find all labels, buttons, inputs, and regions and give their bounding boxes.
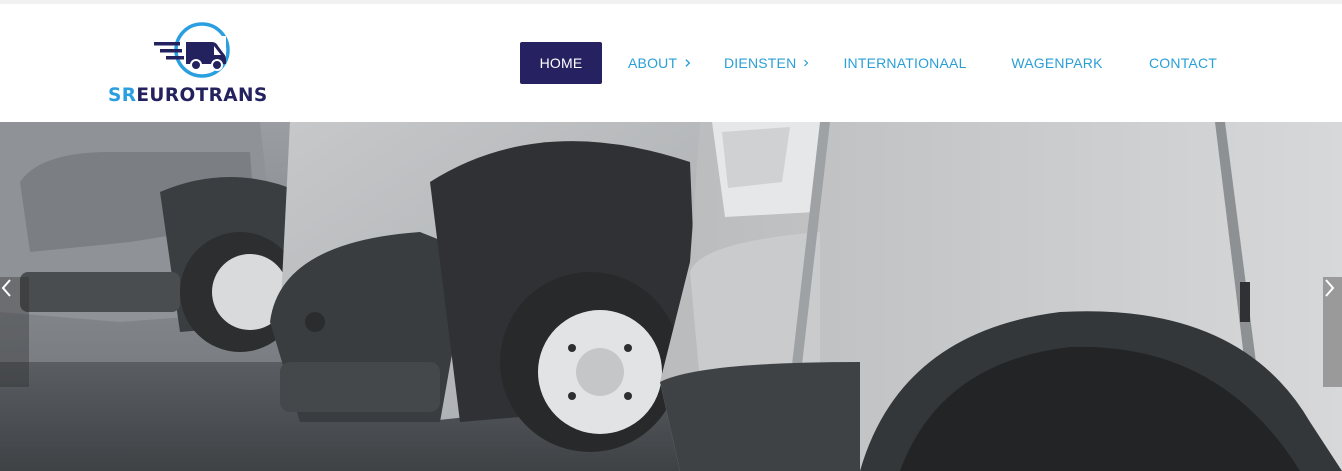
nav-about[interactable]: ABOUT <box>628 42 692 84</box>
nav-about-label: ABOUT <box>628 55 678 71</box>
nav-internationaal[interactable]: INTERNATIONAAL <box>842 42 968 84</box>
nav-wagenpark[interactable]: WAGENPARK <box>1008 42 1106 84</box>
slider-next-button[interactable] <box>1323 277 1342 387</box>
chevron-right-icon <box>1325 279 1335 297</box>
nav-diensten[interactable]: DIENSTEN <box>724 42 810 84</box>
nav-wagenpark-label: WAGENPARK <box>1011 55 1103 71</box>
site-header: SREUROTRANS HOME ABOUT DIENSTEN INTERNAT… <box>0 4 1342 122</box>
nav-diensten-label: DIENSTEN <box>724 55 797 71</box>
chevron-right-icon <box>804 59 809 67</box>
nav-contact[interactable]: CONTACT <box>1146 42 1220 84</box>
main-nav: HOME ABOUT DIENSTEN INTERNATIONAAL WAGEN… <box>0 4 1342 122</box>
slider-prev-button[interactable] <box>0 277 29 387</box>
nav-internationaal-label: INTERNATIONAAL <box>843 55 967 71</box>
nav-home[interactable]: HOME <box>520 42 602 84</box>
chevron-left-icon <box>1 279 11 297</box>
hero-image <box>0 122 1342 471</box>
chevron-right-icon <box>685 59 691 67</box>
nav-contact-label: CONTACT <box>1148 55 1218 71</box>
nav-home-label: HOME <box>539 55 583 71</box>
hero-slider <box>0 122 1342 471</box>
page: SREUROTRANS HOME ABOUT DIENSTEN INTERNAT… <box>0 0 1342 471</box>
